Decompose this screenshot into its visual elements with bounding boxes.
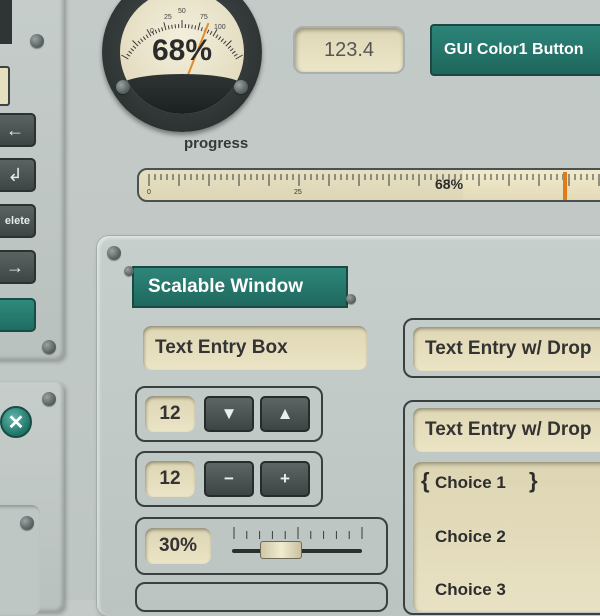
choice-list: { Choice 1 } Choice 2 Choice 3 (413, 462, 600, 612)
gauge-tick (158, 28, 159, 32)
panel-screw (42, 340, 56, 354)
ruler-marker (563, 172, 567, 200)
list-item[interactable]: Choice 2 (435, 527, 506, 547)
gauge-scale-label: 50 (178, 8, 186, 15)
title-screw (124, 266, 134, 276)
slider-ticks (232, 527, 364, 541)
list-item[interactable]: Choice 1 (435, 473, 506, 493)
gauge-tick (198, 22, 200, 30)
vertical-slider-slot[interactable] (0, 0, 12, 44)
minus-icon: − (224, 469, 234, 489)
gui-color1-button[interactable]: GUI Color1 Button (430, 24, 600, 76)
slider-thumb[interactable] (260, 541, 302, 559)
triangle-down-icon: ▼ (221, 404, 238, 424)
gauge-tick (168, 25, 169, 29)
text-entry-dropdown[interactable]: Text Entry w/ Drop (413, 327, 600, 371)
arrow-right-icon: → (6, 257, 24, 278)
text-entry-box[interactable]: Text Entry Box (143, 326, 367, 370)
gauge-tick (195, 25, 196, 29)
gauge-screw (234, 80, 248, 94)
stepper-minus-button[interactable]: − (204, 461, 254, 497)
window-screw (107, 246, 121, 260)
numeric-readout: 123.4 (293, 26, 405, 74)
ruler-scale-label: 25 (294, 189, 302, 196)
gauge-tick (155, 30, 157, 34)
value-tab (0, 66, 10, 106)
gauge-scale-label: 100 (214, 24, 226, 31)
close-button[interactable]: ✕ (0, 406, 32, 438)
gauge-tick (207, 30, 209, 34)
gauge-value: 68% (102, 34, 262, 68)
right-arrow-button[interactable]: → (0, 250, 36, 284)
gauge-scale-label: 25 (164, 14, 172, 21)
stepper-value[interactable]: 12 (145, 461, 195, 497)
return-button[interactable]: ↲ (0, 158, 36, 192)
gauge-tick (201, 27, 202, 31)
title-screw (346, 294, 356, 304)
gauge-tick (162, 27, 163, 31)
window-title[interactable]: Scalable Window (132, 266, 348, 308)
left-arrow-button[interactable]: ← (0, 113, 36, 147)
ruler-ticks (139, 170, 600, 200)
ruler-scale-label: 0 (147, 189, 151, 196)
panel-screw (42, 392, 56, 406)
delete-button[interactable]: elete (0, 204, 36, 238)
slider-value: 30% (145, 528, 211, 564)
list-item[interactable]: Choice 3 (435, 580, 506, 600)
panel-screw (30, 34, 44, 48)
spinner-down-button[interactable]: ▼ (204, 396, 254, 432)
progress-gauge: 0 25 50 75 100 68% (102, 0, 262, 132)
text-entry-dropdown-open[interactable]: Text Entry w/ Drop (413, 408, 600, 452)
close-icon: ✕ (8, 410, 25, 435)
spinner-value[interactable]: 12 (145, 396, 195, 432)
ruler-value: 68% (435, 176, 463, 192)
gauge-tick (164, 22, 166, 30)
teal-left-button[interactable] (0, 298, 36, 332)
selection-brace-close: } (529, 468, 538, 494)
lower-frame (135, 582, 388, 612)
gauge-label: progress (184, 135, 248, 152)
gauge-screw (116, 80, 130, 94)
stepper-plus-button[interactable]: + (260, 461, 310, 497)
ruler-progress-bar: 0 25 68% (137, 168, 600, 202)
arrow-left-icon: ← (6, 120, 24, 141)
triangle-up-icon: ▲ (277, 404, 294, 424)
spinner-up-button[interactable]: ▲ (260, 396, 310, 432)
return-icon: ↲ (7, 165, 22, 186)
gauge-scale-label: 75 (200, 14, 208, 21)
plus-icon: + (280, 469, 290, 489)
delete-button-label: elete (5, 215, 30, 227)
gauge-bezel-lower (120, 74, 244, 114)
selection-brace-open: { (421, 468, 430, 494)
panel-screw (20, 516, 34, 530)
gauge-tick (192, 25, 193, 29)
gauge-tick (172, 25, 173, 29)
